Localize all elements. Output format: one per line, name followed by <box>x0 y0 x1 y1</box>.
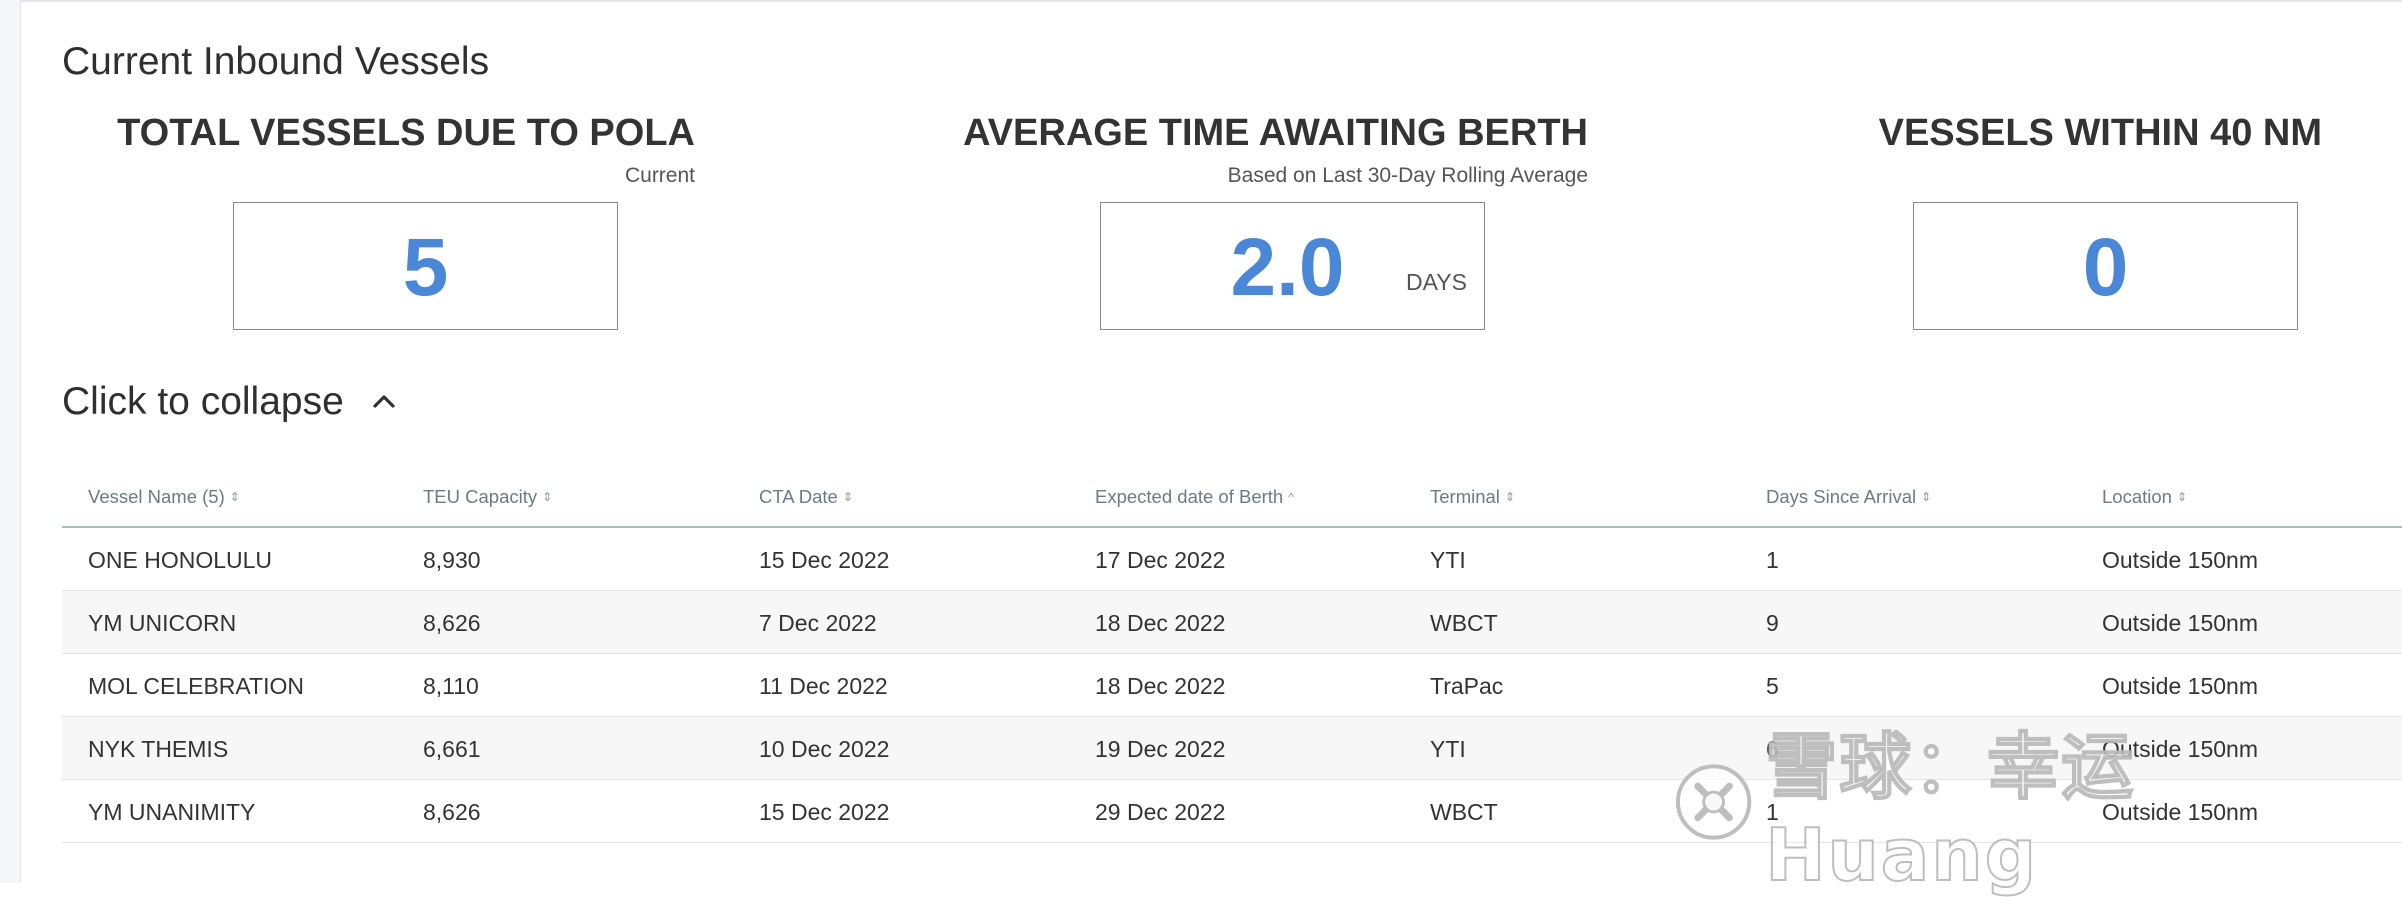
cell-days-since-arrival: 6 <box>1766 736 1779 762</box>
kpi-within-value: 0 <box>2082 222 2129 313</box>
sort-both-icon: ⇕ <box>229 490 240 504</box>
cell-cta-date: 10 Dec 2022 <box>759 736 890 762</box>
cell-days-since-arrival: 5 <box>1766 673 1779 699</box>
cell-expected-berth: 19 Dec 2022 <box>1095 736 1226 762</box>
cell-days-since-arrival: 1 <box>1766 547 1779 573</box>
cell-teu-capacity: 8,626 <box>423 799 481 825</box>
kpi-average-berth: AVERAGE TIME AWAITING BERTH Based on Las… <box>963 112 1588 332</box>
cell-terminal: WBCT <box>1430 610 1498 636</box>
cell-teu-capacity: 8,930 <box>423 547 481 573</box>
chevron-up-icon <box>373 395 395 408</box>
kpi-total-subtitle: Current <box>624 164 695 187</box>
cell-teu-capacity: 8,110 <box>423 673 479 699</box>
kpi-berth-value: 2.0 <box>1230 222 1345 313</box>
cell-terminal: TraPac <box>1430 673 1504 699</box>
kpi-berth-unit: DAYS <box>1406 269 1467 295</box>
cell-cta-date: 15 Dec 2022 <box>759 799 890 825</box>
cell-location: Outside 150nm <box>2102 736 2258 762</box>
cell-vessel-name: YM UNICORN <box>88 610 237 636</box>
frame-top-border <box>0 0 2402 2</box>
column-header-terminal[interactable]: Terminal ⇕ <box>1430 486 1515 508</box>
cell-location: Outside 150nm <box>2102 610 2258 636</box>
cell-location: Outside 150nm <box>2102 673 2258 699</box>
column-header-cta-date[interactable]: CTA Date ⇕ <box>759 486 853 508</box>
cell-terminal: YTI <box>1430 547 1466 573</box>
table-row[interactable]: MOL CELEBRATION 8,110 11 Dec 2022 18 Dec… <box>62 654 2402 717</box>
table-header: Vessel Name (5) ⇕ TEU Capacity ⇕ CTA Date ⇕… <box>62 474 2402 528</box>
kpi-total-value: 5 <box>402 222 449 313</box>
cell-expected-berth: 18 Dec 2022 <box>1095 610 1226 636</box>
column-header-expected-berth[interactable]: Expected date of Berth ^ <box>1095 486 1294 508</box>
column-header-vessel-name[interactable]: Vessel Name (5) ⇕ <box>88 486 240 508</box>
vessel-table: Vessel Name (5) ⇕ TEU Capacity ⇕ CTA Date ⇕… <box>62 474 2402 843</box>
cell-location: Outside 150nm <box>2102 547 2258 573</box>
sort-both-icon: ⇕ <box>1504 490 1515 504</box>
sort-asc-icon: ^ <box>1288 490 1294 504</box>
cell-terminal: YTI <box>1430 736 1466 762</box>
collapse-label: Click to collapse <box>62 380 344 423</box>
section-title: Current Inbound Vessels <box>62 40 490 83</box>
collapse-toggle[interactable]: Click to collapse <box>62 380 402 424</box>
kpi-berth-box: 2.0 DAYS <box>1100 202 1485 330</box>
cell-expected-berth: 18 Dec 2022 <box>1095 673 1226 699</box>
sort-both-icon: ⇕ <box>842 490 853 504</box>
kpi-berth-title: AVERAGE TIME AWAITING BERTH <box>963 112 1588 154</box>
kpi-total-box: 5 <box>233 202 618 330</box>
sort-both-icon: ⇕ <box>2176 490 2188 504</box>
column-header-teu-capacity[interactable]: TEU Capacity ⇕ <box>423 486 552 508</box>
sort-both-icon: ⇕ <box>542 490 553 504</box>
cell-expected-berth: 17 Dec 2022 <box>1095 547 1226 573</box>
cell-vessel-name: NYK THEMIS <box>88 736 229 762</box>
table-row[interactable]: YM UNICORN 8,626 7 Dec 2022 18 Dec 2022 … <box>62 591 2402 654</box>
cell-days-since-arrival: 1 <box>1766 799 1779 825</box>
column-header-days-since-arrival[interactable]: Days Since Arrival ⇕ <box>1766 486 1931 508</box>
kpi-vessels-within: VESSELS WITHIN 40 NM 0 <box>1878 112 2322 332</box>
cell-cta-date: 15 Dec 2022 <box>759 547 890 573</box>
table-row[interactable]: ONE HONOLULU 8,930 15 Dec 2022 17 Dec 20… <box>62 528 2402 591</box>
cell-location: Outside 150nm <box>2102 799 2258 825</box>
column-header-location[interactable]: Location ⇕ <box>2102 486 2187 508</box>
cell-expected-berth: 29 Dec 2022 <box>1095 799 1226 825</box>
kpi-total-title: TOTAL VESSELS DUE TO POLA <box>117 112 695 154</box>
cell-vessel-name: YM UNANIMITY <box>88 799 256 825</box>
frame-left-gutter <box>0 0 21 883</box>
sort-both-icon: ⇕ <box>1921 490 1932 504</box>
cell-days-since-arrival: 9 <box>1766 610 1779 636</box>
kpi-within-box: 0 <box>1913 202 2298 330</box>
cell-cta-date: 7 Dec 2022 <box>759 610 877 636</box>
table-row[interactable]: YM UNANIMITY 8,626 15 Dec 2022 29 Dec 20… <box>62 780 2402 843</box>
kpi-total-vessels: TOTAL VESSELS DUE TO POLA Current 5 <box>117 112 695 332</box>
cell-vessel-name: MOL CELEBRATION <box>88 673 304 699</box>
cell-cta-date: 11 Dec 2022 <box>759 673 888 699</box>
table-row[interactable]: NYK THEMIS 6,661 10 Dec 2022 19 Dec 2022… <box>62 717 2402 780</box>
cell-vessel-name: ONE HONOLULU <box>88 547 273 573</box>
cell-teu-capacity: 6,661 <box>423 736 481 762</box>
kpi-berth-subtitle: Based on Last 30-Day Rolling Average <box>1227 164 1588 187</box>
kpi-within-title: VESSELS WITHIN 40 NM <box>1878 112 2322 154</box>
page: Current Inbound Vessels TOTAL VESSELS DU… <box>0 0 2402 897</box>
cell-terminal: WBCT <box>1430 799 1498 825</box>
cell-teu-capacity: 8,626 <box>423 610 481 636</box>
